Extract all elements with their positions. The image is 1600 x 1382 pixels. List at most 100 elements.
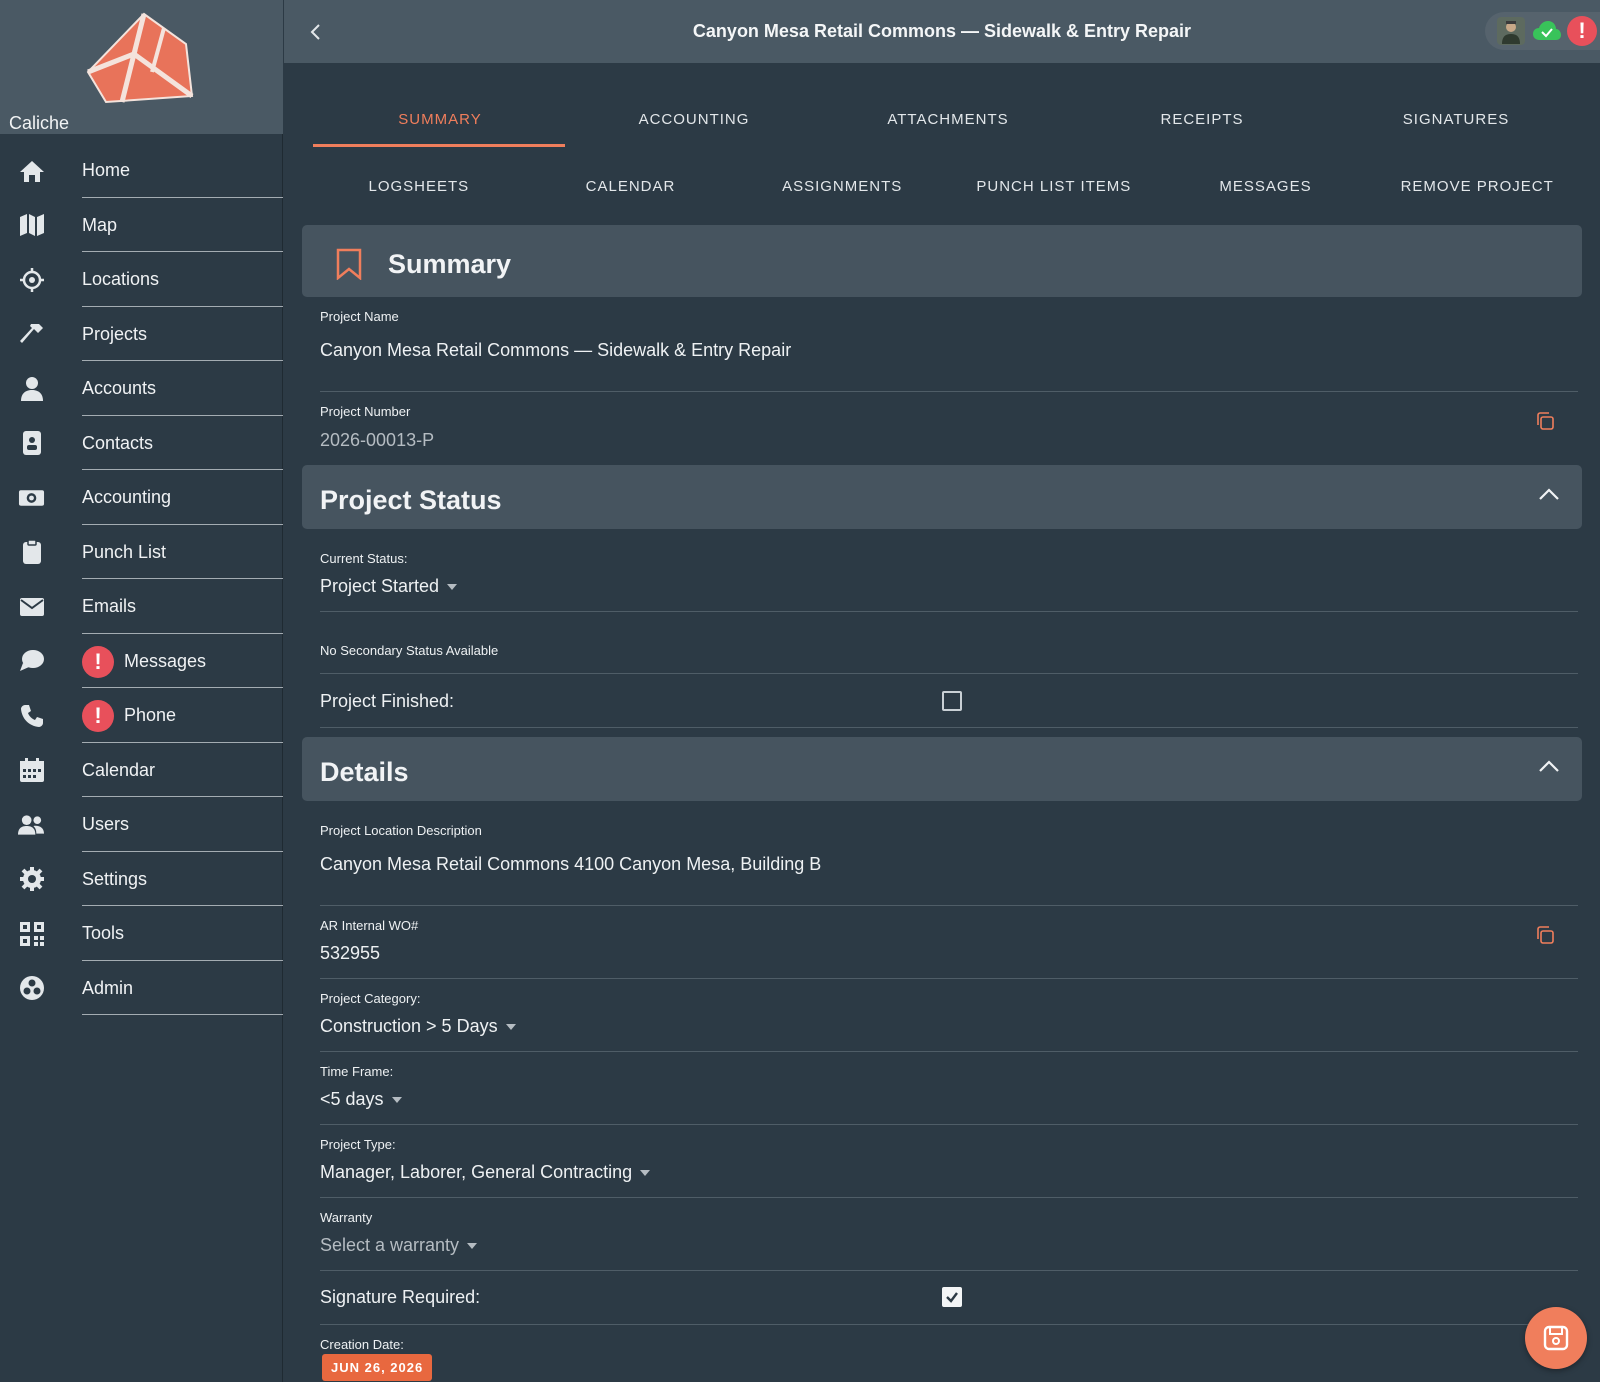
time-frame-label: Time Frame: xyxy=(320,1064,394,1079)
sidebar-item-punch-list[interactable]: Punch List xyxy=(0,525,283,579)
cloud-sync-icon[interactable] xyxy=(1532,20,1562,47)
details-title: Details xyxy=(320,757,409,787)
tab-signatures[interactable]: SIGNATURES xyxy=(1329,111,1583,128)
sidebar-item-label: Locations xyxy=(82,269,160,289)
chevron-up-icon[interactable] xyxy=(1538,487,1560,506)
current-status-select[interactable]: Project Started xyxy=(320,576,458,597)
sidebar-item-accounting[interactable]: Accounting xyxy=(0,470,283,525)
sidebar-item-locations[interactable]: Locations xyxy=(0,252,283,307)
top-bar: Canyon Mesa Retail Commons — Sidewalk & … xyxy=(284,0,1600,63)
admin-icon xyxy=(18,975,45,1002)
sidebar-item-label: Home xyxy=(82,160,131,180)
warranty-label: Warranty xyxy=(320,1210,373,1225)
sidebar-item-calendar[interactable]: Calendar xyxy=(0,743,283,797)
sidebar-item-label: Messages xyxy=(124,650,207,671)
sidebar-item-admin[interactable]: Admin xyxy=(0,961,283,1015)
sidebar-item-label: Tools xyxy=(82,923,125,943)
page-title: Canyon Mesa Retail Commons — Sidewalk & … xyxy=(692,21,1192,41)
qr-code-icon xyxy=(18,920,45,947)
sidebar-item-contacts[interactable]: Contacts xyxy=(0,416,283,470)
current-status-label: Current Status: xyxy=(320,551,408,566)
sidebar-item-accounts[interactable]: Accounts xyxy=(0,361,283,416)
sidebar-item-label: Emails xyxy=(82,596,137,616)
caret-down-icon xyxy=(467,1243,478,1250)
chevron-up-icon[interactable] xyxy=(1538,759,1560,778)
sidebar-item-tools[interactable]: Tools xyxy=(0,906,283,961)
avatar[interactable] xyxy=(1497,17,1525,45)
save-button[interactable] xyxy=(1525,1307,1587,1369)
time-frame-value: <5 days xyxy=(320,1089,384,1109)
sidebar-item-phone[interactable]: ! Phone xyxy=(0,688,283,743)
tab-logsheets[interactable]: LOGSHEETS xyxy=(313,178,525,195)
sidebar-item-map[interactable]: Map xyxy=(0,198,283,252)
divider xyxy=(320,391,1578,392)
alert-badge: ! xyxy=(82,645,114,678)
envelope-icon xyxy=(18,593,45,620)
copy-icon[interactable] xyxy=(1535,411,1555,436)
tab-attachments[interactable]: ATTACHMENTS xyxy=(821,111,1075,128)
project-finished-checkbox[interactable] xyxy=(942,691,962,711)
sidebar-item-messages[interactable]: ! Messages xyxy=(0,634,283,688)
sidebar-item-label: Calendar xyxy=(82,759,156,780)
project-type-label: Project Type: xyxy=(320,1137,396,1152)
summary-header: Summary xyxy=(302,225,1582,297)
warranty-placeholder: Select a warranty xyxy=(320,1235,460,1255)
location-description-field[interactable]: Canyon Mesa Retail Commons 4100 Canyon M… xyxy=(320,854,821,875)
creation-date-badge[interactable]: JUN 26, 2026 xyxy=(322,1354,433,1381)
copy-icon[interactable] xyxy=(1535,925,1555,950)
tab-punch-list-items[interactable]: PUNCH LIST ITEMS xyxy=(948,178,1160,195)
project-category-select[interactable]: Construction > 5 Days xyxy=(320,1016,516,1037)
project-status-header[interactable]: Project Status xyxy=(302,465,1582,529)
sidebar-item-label: Contacts xyxy=(82,432,154,453)
tab-accounting[interactable]: ACCOUNTING xyxy=(567,111,821,128)
project-type-select[interactable]: Manager, Laborer, General Contracting xyxy=(320,1162,651,1183)
divider xyxy=(320,1324,1578,1325)
brand-header: Caliche xyxy=(0,0,283,134)
warranty-select[interactable]: Select a warranty xyxy=(320,1235,478,1256)
creation-date-label: Creation Date: xyxy=(320,1337,404,1352)
users-icon xyxy=(18,811,45,838)
sidebar-item-settings[interactable]: Settings xyxy=(0,852,283,906)
project-finished-label: Project Finished: xyxy=(320,691,455,711)
sidebar-item-label: Accounts xyxy=(82,378,157,398)
sidebar-item-label: Punch List xyxy=(82,541,167,562)
tab-assignments[interactable]: ASSIGNMENTS xyxy=(736,178,948,195)
tab-remove-project[interactable]: REMOVE PROJECT xyxy=(1371,178,1583,195)
money-icon xyxy=(18,484,45,511)
sidebar-item-home[interactable]: Home xyxy=(0,143,283,198)
details-header[interactable]: Details xyxy=(302,737,1582,801)
caliche-logo-icon xyxy=(86,12,194,104)
clipboard-icon xyxy=(18,539,45,566)
sidebar-item-label: Map xyxy=(82,214,118,235)
brand-name: Caliche xyxy=(9,113,70,133)
person-icon xyxy=(18,375,45,402)
project-category-value: Construction > 5 Days xyxy=(320,1016,498,1036)
signature-required-checkbox[interactable] xyxy=(942,1287,962,1307)
alert-icon[interactable]: ! xyxy=(1567,16,1597,46)
caret-down-icon xyxy=(505,1024,516,1031)
current-status-value: Project Started xyxy=(320,576,440,596)
gear-icon xyxy=(18,866,45,893)
tab-receipts[interactable]: RECEIPTS xyxy=(1075,111,1329,128)
caret-down-icon xyxy=(391,1097,402,1104)
sidebar-item-emails[interactable]: Emails xyxy=(0,579,283,634)
bookmark-icon xyxy=(336,248,362,285)
project-name-field[interactable]: Canyon Mesa Retail Commons — Sidewalk & … xyxy=(320,340,791,361)
sidebar-item-label: Accounting xyxy=(82,487,172,507)
secondary-status-text: No Secondary Status Available xyxy=(320,643,499,658)
sidebar-item-users[interactable]: Users xyxy=(0,797,283,852)
sidebar-item-label: Phone xyxy=(124,705,177,725)
contact-card-icon xyxy=(18,430,45,457)
sidebar-item-projects[interactable]: Projects xyxy=(0,307,283,361)
sidebar-item-label: Users xyxy=(82,814,130,834)
tab-messages[interactable]: MESSAGES xyxy=(1160,178,1372,195)
divider xyxy=(320,611,1578,612)
tab-calendar[interactable]: CALENDAR xyxy=(525,178,737,195)
time-frame-select[interactable]: <5 days xyxy=(320,1089,402,1110)
project-number-label: Project Number xyxy=(320,404,411,419)
project-number-value: 2026-00013-P xyxy=(320,430,435,450)
tab-summary[interactable]: SUMMARY xyxy=(313,111,567,128)
checkmark-icon xyxy=(946,1292,958,1303)
chat-icon xyxy=(18,648,45,675)
divider xyxy=(320,1270,1578,1271)
